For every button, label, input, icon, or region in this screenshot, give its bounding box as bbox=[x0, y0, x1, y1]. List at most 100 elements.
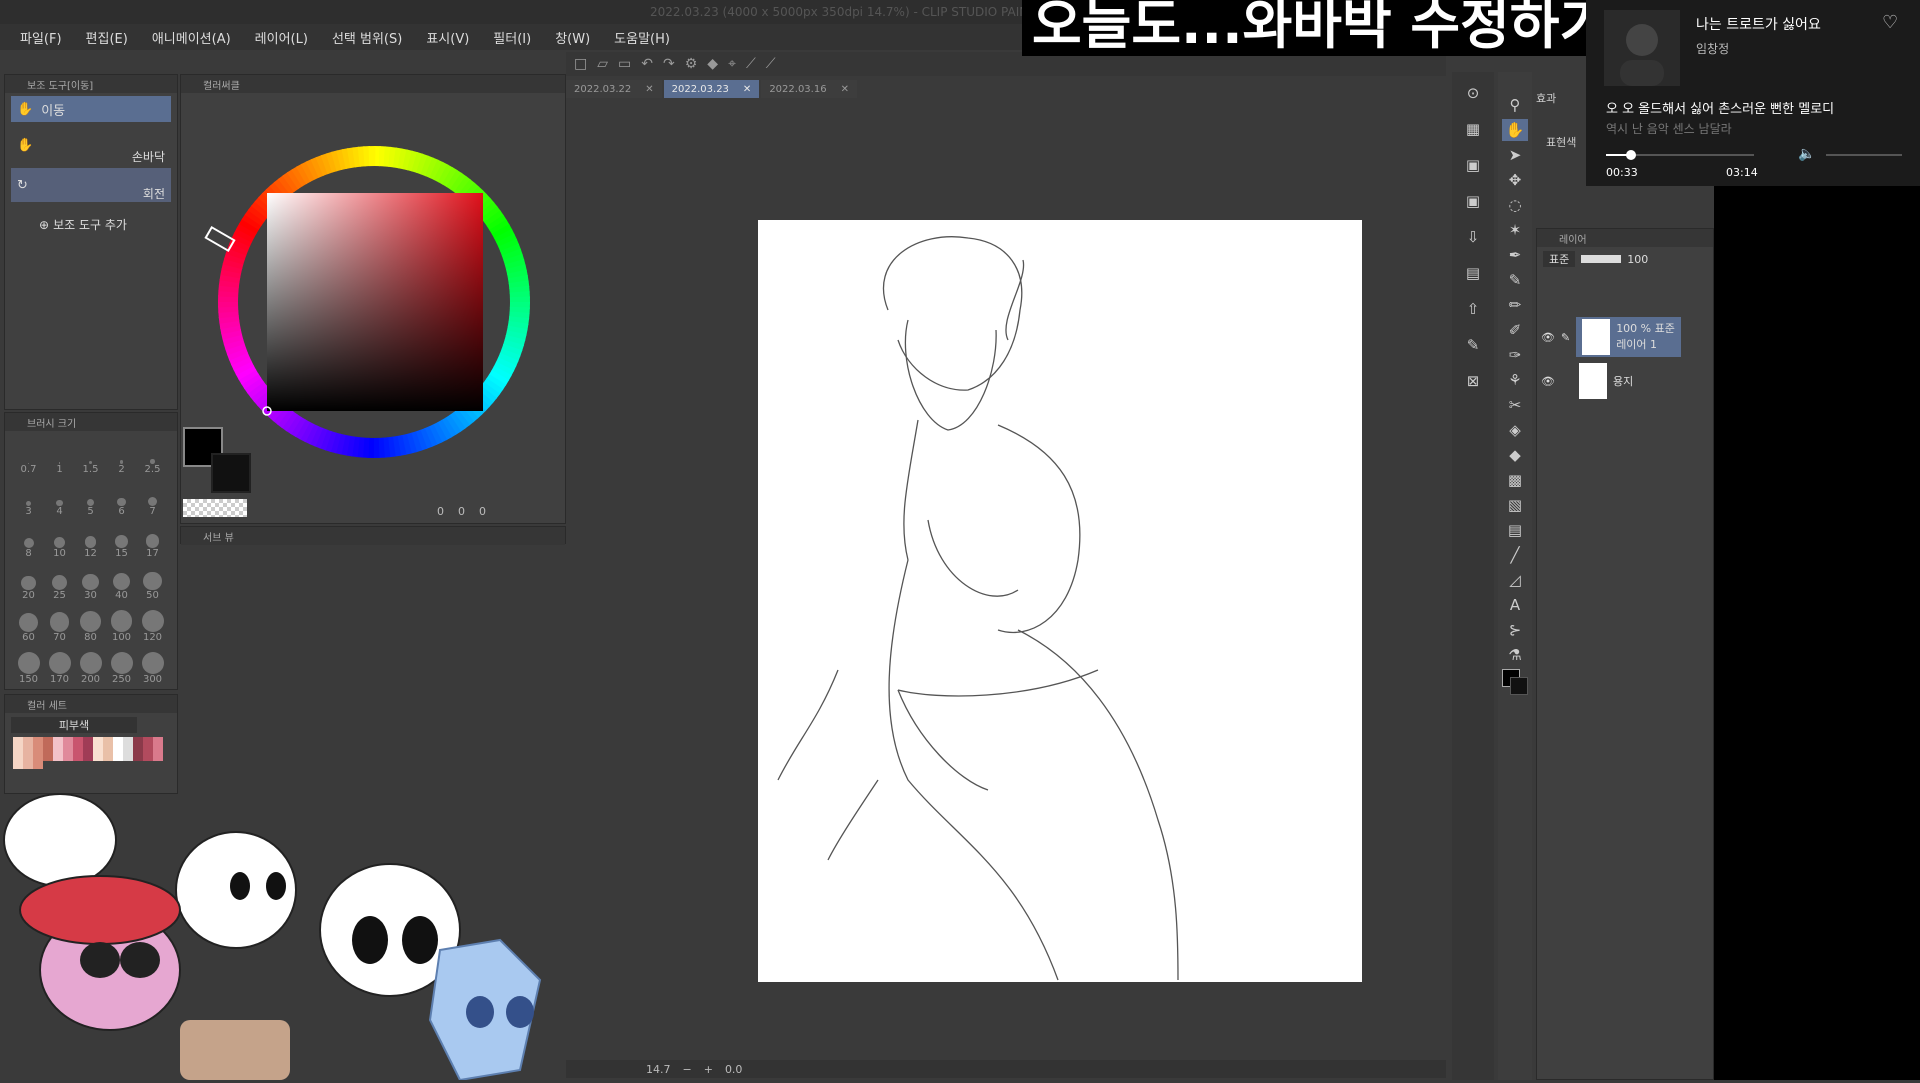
color-swatch[interactable] bbox=[33, 753, 43, 761]
tool-color-swatches[interactable] bbox=[1502, 669, 1528, 695]
airbrush-icon[interactable]: ✑ bbox=[1502, 344, 1528, 366]
move-layer-icon[interactable]: ✥ bbox=[1502, 169, 1528, 191]
color-swatch[interactable] bbox=[53, 737, 63, 745]
brush-size-cell[interactable]: 20 bbox=[13, 563, 44, 601]
color-swatch[interactable] bbox=[113, 753, 123, 761]
fill-tool-icon[interactable]: ◈ bbox=[1502, 419, 1528, 441]
fill-icon[interactable]: ◆ bbox=[707, 56, 718, 72]
color-swatch[interactable] bbox=[73, 753, 83, 761]
save-icon[interactable]: ▭ bbox=[618, 56, 631, 72]
blend-icon[interactable]: ✂ bbox=[1502, 394, 1528, 416]
menu-window[interactable]: 창(W) bbox=[543, 28, 602, 47]
transform-icon[interactable]: ⌖ bbox=[728, 56, 736, 72]
eye-icon[interactable]: 👁 bbox=[1541, 375, 1555, 388]
color-swatch[interactable] bbox=[143, 737, 153, 745]
opacity-value[interactable]: 100 bbox=[1627, 253, 1648, 266]
brush-size-cell[interactable]: 60 bbox=[13, 605, 44, 643]
brush-size-cell[interactable]: 300 bbox=[137, 647, 168, 685]
redo-icon[interactable]: ↷ bbox=[663, 56, 675, 72]
color-swatch[interactable] bbox=[53, 745, 63, 753]
color-swatch[interactable] bbox=[103, 745, 113, 753]
brush-size-cell[interactable]: 25 bbox=[44, 563, 75, 601]
menu-layer[interactable]: 레이어(L) bbox=[243, 28, 320, 47]
undo-icon[interactable]: ↶ bbox=[641, 56, 653, 72]
text-icon[interactable]: A bbox=[1502, 594, 1528, 616]
menu-help[interactable]: 도움말(H) bbox=[602, 28, 682, 47]
brush-size-cell[interactable]: 12 bbox=[75, 521, 106, 559]
brush-size-cell[interactable]: 3 bbox=[13, 479, 44, 517]
brush-size-cell[interactable]: 50 bbox=[137, 563, 168, 601]
zoom-icon[interactable]: ⚲ bbox=[1502, 94, 1528, 116]
settings-icon[interactable]: ⚙ bbox=[685, 56, 698, 72]
color-swatch[interactable] bbox=[153, 737, 163, 745]
open-icon[interactable]: ▱ bbox=[597, 56, 608, 72]
color-swatch[interactable] bbox=[133, 745, 143, 753]
color-wheel[interactable] bbox=[181, 109, 567, 489]
color-swatch[interactable] bbox=[153, 753, 163, 761]
menu-filter[interactable]: 필터(I) bbox=[481, 28, 543, 47]
import-icon[interactable]: ⇩ bbox=[1460, 226, 1486, 248]
sub-color-swatch[interactable] bbox=[211, 453, 251, 493]
color-swatch[interactable] bbox=[153, 745, 163, 753]
tab-doc-2[interactable]: 2022.03.23 ✕ bbox=[663, 80, 760, 98]
color-swatch[interactable] bbox=[133, 753, 143, 761]
color-swatch[interactable] bbox=[93, 737, 103, 745]
brush-size-cell[interactable]: 200 bbox=[75, 647, 106, 685]
menu-edit[interactable]: 편집(E) bbox=[74, 28, 140, 47]
layer-row-1[interactable]: 👁 ✎ 100 % 표준 레이어 1 bbox=[1537, 315, 1713, 359]
layer-row-2[interactable]: 👁 용지 bbox=[1537, 359, 1713, 403]
auto-select-icon[interactable]: ✶ bbox=[1502, 219, 1528, 241]
brush-size-cell[interactable]: 10 bbox=[44, 521, 75, 559]
close-view-icon[interactable]: ⊠ bbox=[1460, 370, 1486, 392]
zoom-in-icon[interactable]: + bbox=[704, 1063, 713, 1076]
transparent-color[interactable] bbox=[183, 499, 247, 517]
brush-size-cell[interactable]: 1 bbox=[44, 437, 75, 475]
color-swatch[interactable] bbox=[83, 745, 93, 753]
export-icon[interactable]: ⇧ bbox=[1460, 298, 1486, 320]
navigator-icon[interactable]: ⊙ bbox=[1460, 82, 1486, 104]
menu-file[interactable]: 파일(F) bbox=[8, 28, 74, 47]
progress-bar[interactable] bbox=[1606, 150, 1754, 160]
ruler-tool-icon[interactable]: ◿ bbox=[1502, 569, 1528, 591]
move-tool-icon[interactable]: ✋ bbox=[1502, 119, 1528, 141]
lasso-icon[interactable]: ◌ bbox=[1502, 194, 1528, 216]
brush-size-cell[interactable]: 40 bbox=[106, 563, 137, 601]
subtool-rotate[interactable]: ↻ 회전 bbox=[11, 168, 171, 202]
color-swatch[interactable] bbox=[103, 737, 113, 745]
menu-animation[interactable]: 애니메이션(A) bbox=[140, 28, 243, 47]
layer-icon[interactable]: ▤ bbox=[1460, 262, 1486, 284]
color-swatch[interactable] bbox=[13, 753, 23, 761]
brush-size-cell[interactable]: 70 bbox=[44, 605, 75, 643]
close-icon[interactable]: ✕ bbox=[645, 84, 653, 95]
color-swatch[interactable] bbox=[33, 737, 43, 745]
brush-size-cell[interactable]: 2.5 bbox=[137, 437, 168, 475]
layer-selected[interactable]: 100 % 표준 레이어 1 bbox=[1576, 317, 1681, 357]
color-swatch[interactable] bbox=[43, 745, 53, 753]
brush-size-cell[interactable]: 8 bbox=[13, 521, 44, 559]
color-swatch[interactable] bbox=[13, 761, 23, 769]
brush-size-cell[interactable]: 1.5 bbox=[75, 437, 106, 475]
brush-size-cell[interactable]: 150 bbox=[13, 647, 44, 685]
copy-icon[interactable]: ▣ bbox=[1460, 154, 1486, 176]
color-swatch[interactable] bbox=[73, 737, 83, 745]
gradient-icon[interactable]: ▧ bbox=[1502, 494, 1528, 516]
color-swatch[interactable] bbox=[143, 753, 153, 761]
eraser-icon[interactable]: ◆ bbox=[1502, 444, 1528, 466]
color-set-select[interactable]: 피부색 bbox=[11, 717, 137, 733]
opacity-slider[interactable] bbox=[1581, 255, 1622, 263]
color-swatch[interactable] bbox=[123, 737, 133, 745]
tab-doc-3[interactable]: 2022.03.16 ✕ bbox=[761, 80, 857, 98]
color-swatch[interactable] bbox=[33, 761, 43, 769]
color-swatch[interactable] bbox=[33, 745, 43, 753]
heart-icon[interactable]: ♡ bbox=[1882, 12, 1898, 33]
zoom-level[interactable]: 14.7 bbox=[646, 1063, 671, 1076]
snap-icon[interactable]: ⟋ bbox=[766, 56, 776, 72]
color-swatch[interactable] bbox=[93, 745, 103, 753]
color-swatch[interactable] bbox=[113, 745, 123, 753]
pencil-icon[interactable]: ✏ bbox=[1502, 294, 1528, 316]
decoration-icon[interactable]: ⚘ bbox=[1502, 369, 1528, 391]
paste-icon[interactable]: ▣ bbox=[1460, 190, 1486, 212]
color-swatch[interactable] bbox=[13, 745, 23, 753]
grid-icon[interactable]: ▦ bbox=[1460, 118, 1486, 140]
color-swatch[interactable] bbox=[63, 753, 73, 761]
